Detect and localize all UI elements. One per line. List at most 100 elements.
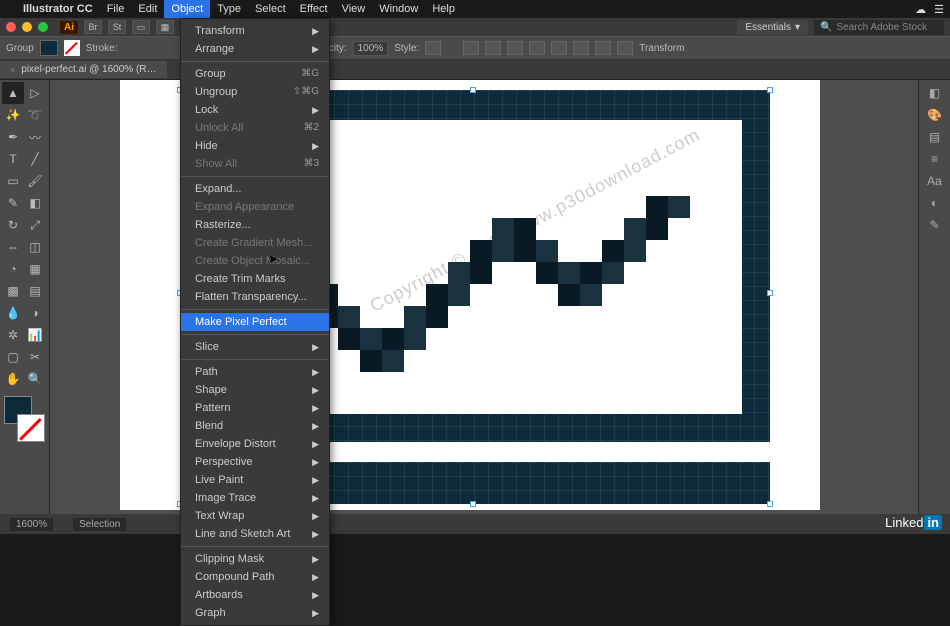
free-transform-tool[interactable]: ◫ — [24, 236, 46, 258]
symbol-sprayer-tool[interactable]: ✲ — [2, 324, 24, 346]
menu-item-shape[interactable]: Shape▶ — [181, 381, 329, 399]
menu-object[interactable]: Object — [164, 0, 210, 18]
width-tool[interactable]: ⇔ — [2, 236, 24, 258]
menu-item-blend[interactable]: Blend▶ — [181, 417, 329, 435]
menu-item-perspective[interactable]: Perspective▶ — [181, 453, 329, 471]
artboard-tool[interactable]: ▢ — [2, 346, 24, 368]
cloud-icon[interactable]: ☁ — [915, 3, 926, 16]
panel-icon[interactable]: ◧ — [929, 86, 940, 100]
perspective-tool[interactable]: ▦ — [24, 258, 46, 280]
panel-icon[interactable]: ≡ — [931, 152, 938, 166]
zoom-field[interactable]: 1600% — [10, 518, 53, 531]
maximize-window-button[interactable] — [38, 22, 48, 32]
menu-item-ungroup[interactable]: Ungroup⇧⌘G — [181, 83, 329, 101]
align-button[interactable] — [507, 41, 523, 55]
rectangle-tool[interactable]: ▭ — [2, 170, 24, 192]
stock-button[interactable]: St — [108, 20, 126, 34]
list-icon[interactable]: ☰ — [934, 3, 944, 16]
stroke-swatch[interactable] — [64, 40, 80, 56]
menu-select[interactable]: Select — [248, 0, 293, 18]
menu-item-arrange[interactable]: Arrange▶ — [181, 40, 329, 58]
menu-item-slice[interactable]: Slice▶ — [181, 338, 329, 356]
direct-selection-tool[interactable]: ▷ — [24, 82, 46, 104]
hand-tool[interactable]: ✋ — [2, 368, 24, 390]
shaper-tool[interactable]: ✎ — [2, 192, 24, 214]
menu-item-clipping-mask[interactable]: Clipping Mask▶ — [181, 550, 329, 568]
shape-builder-tool[interactable]: ◔ — [2, 258, 24, 280]
menu-item-line-and-sketch-art[interactable]: Line and Sketch Art▶ — [181, 525, 329, 543]
menu-item-make-pixel-perfect[interactable]: Make Pixel Perfect — [181, 313, 329, 331]
rotate-tool[interactable]: ↻ — [2, 214, 24, 236]
menu-help[interactable]: Help — [425, 0, 462, 18]
menu-item-artboards[interactable]: Artboards▶ — [181, 586, 329, 604]
selection-handle[interactable] — [767, 290, 773, 296]
menu-item-graph[interactable]: Graph▶ — [181, 604, 329, 622]
type-tool[interactable]: T — [2, 148, 24, 170]
menu-item-hide[interactable]: Hide▶ — [181, 137, 329, 155]
scale-tool[interactable]: ⤢ — [24, 214, 46, 236]
fill-swatch[interactable] — [40, 40, 58, 56]
menu-effect[interactable]: Effect — [293, 0, 335, 18]
align-button[interactable] — [551, 41, 567, 55]
panel-icon[interactable]: ▤ — [929, 130, 940, 144]
selection-handle[interactable] — [767, 501, 773, 507]
panel-icon[interactable]: ◐ — [931, 196, 938, 210]
close-window-button[interactable] — [6, 22, 16, 32]
align-button[interactable] — [485, 41, 501, 55]
zoom-tool[interactable]: 🔍 — [24, 368, 46, 390]
menu-item-lock[interactable]: Lock▶ — [181, 101, 329, 119]
selection-handle[interactable] — [767, 87, 773, 93]
menu-item-create-trim-marks[interactable]: Create Trim Marks — [181, 270, 329, 288]
workspace-switcher[interactable]: Essentials▾ — [737, 20, 808, 35]
pen-tool[interactable]: ✒ — [2, 126, 24, 148]
menu-item-live-paint[interactable]: Live Paint▶ — [181, 471, 329, 489]
align-button[interactable] — [617, 41, 633, 55]
menu-item-compound-path[interactable]: Compound Path▶ — [181, 568, 329, 586]
align-button[interactable] — [529, 41, 545, 55]
align-button[interactable] — [573, 41, 589, 55]
menu-item-pattern[interactable]: Pattern▶ — [181, 399, 329, 417]
bridge-button[interactable]: Br — [84, 20, 102, 34]
eyedropper-tool[interactable]: 💧 — [2, 302, 24, 324]
menu-item-transform[interactable]: Transform▶ — [181, 22, 329, 40]
slice-tool[interactable]: ✂ — [24, 346, 46, 368]
magic-wand-tool[interactable]: ✨ — [2, 104, 24, 126]
opacity-field[interactable]: 100% — [353, 41, 389, 56]
menu-edit[interactable]: Edit — [131, 0, 164, 18]
column-graph-tool[interactable]: 📊 — [24, 324, 46, 346]
toolbar-button[interactable]: ▭ — [132, 20, 150, 34]
search-input[interactable]: 🔍Search Adobe Stock — [814, 20, 944, 35]
mesh-tool[interactable]: ▩ — [2, 280, 24, 302]
panel-icon[interactable]: Aa — [927, 174, 942, 188]
menu-item-text-wrap[interactable]: Text Wrap▶ — [181, 507, 329, 525]
menu-item-rasterize-[interactable]: Rasterize... — [181, 216, 329, 234]
selection-handle[interactable] — [470, 87, 476, 93]
panel-icon[interactable]: ✎ — [929, 218, 939, 232]
selection-tool[interactable]: ▲ — [2, 82, 24, 104]
close-tab-icon[interactable]: × — [10, 65, 15, 75]
minimize-window-button[interactable] — [22, 22, 32, 32]
lasso-tool[interactable]: ➰ — [24, 104, 46, 126]
paintbrush-tool[interactable]: 🖌 — [24, 170, 46, 192]
blend-tool[interactable]: ◑ — [24, 302, 46, 324]
document-tab[interactable]: × pixel-perfect.ai @ 1600% (R… — [0, 61, 167, 78]
curvature-tool[interactable]: 〰 — [24, 126, 46, 148]
stroke-color-swatch[interactable] — [17, 414, 45, 442]
menu-item-image-trace[interactable]: Image Trace▶ — [181, 489, 329, 507]
eraser-tool[interactable]: ◧ — [24, 192, 46, 214]
menu-item-group[interactable]: Group⌘G — [181, 65, 329, 83]
transform-label[interactable]: Transform — [639, 43, 684, 54]
menu-window[interactable]: Window — [372, 0, 425, 18]
menu-item-expand-[interactable]: Expand... — [181, 180, 329, 198]
menu-view[interactable]: View — [335, 0, 373, 18]
line-tool[interactable]: ╱ — [24, 148, 46, 170]
menu-type[interactable]: Type — [210, 0, 248, 18]
align-button[interactable] — [463, 41, 479, 55]
app-name[interactable]: Illustrator CC — [16, 0, 100, 18]
panel-icon[interactable]: 🎨 — [927, 108, 942, 122]
menu-item-envelope-distort[interactable]: Envelope Distort▶ — [181, 435, 329, 453]
fill-stroke-control[interactable] — [2, 396, 47, 442]
gradient-tool[interactable]: ▤ — [24, 280, 46, 302]
selection-handle[interactable] — [470, 501, 476, 507]
align-button[interactable] — [595, 41, 611, 55]
